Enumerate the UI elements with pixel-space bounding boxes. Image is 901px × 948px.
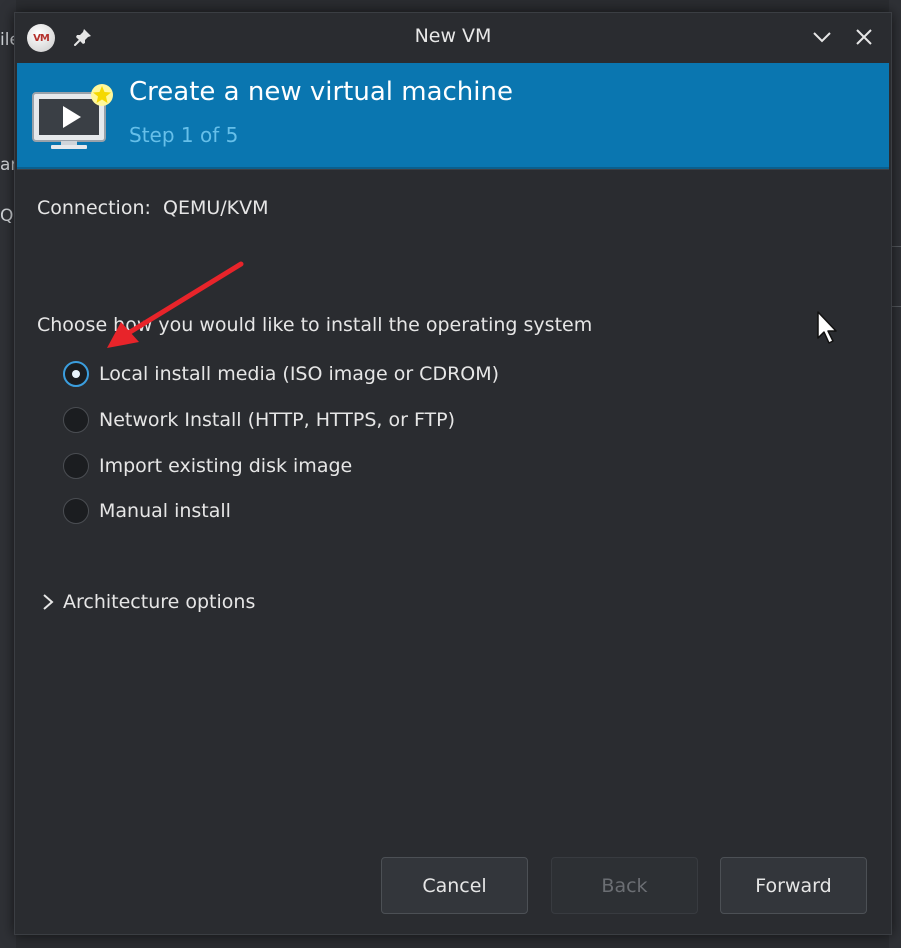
radio-manual-install[interactable]: Manual install bbox=[63, 496, 231, 526]
radio-label: Network Install (HTTP, HTTPS, or FTP) bbox=[99, 409, 456, 431]
chevron-down-icon[interactable] bbox=[810, 25, 834, 49]
window-title: New VM bbox=[414, 25, 492, 47]
forward-button[interactable]: Forward bbox=[720, 857, 867, 914]
new-vm-dialog: VM New VM Create a new virtual machine S… bbox=[14, 12, 892, 935]
virtual-machine-icon bbox=[32, 84, 113, 149]
radio-label: Import existing disk image bbox=[99, 455, 353, 477]
radio-button[interactable] bbox=[63, 498, 89, 524]
connection-row: Connection: QEMU/KVM bbox=[37, 197, 269, 219]
radio-button[interactable] bbox=[63, 407, 89, 433]
background-text-fragment: Q bbox=[0, 206, 14, 226]
chevron-right-icon bbox=[43, 594, 54, 610]
annotation-arrow bbox=[107, 261, 244, 348]
connection-label: Connection: bbox=[37, 197, 151, 219]
wizard-banner: Create a new virtual machine Step 1 of 5 bbox=[17, 63, 889, 169]
radio-label: Local install media (ISO image or CDROM) bbox=[99, 363, 500, 385]
radio-local-install-media[interactable]: Local install media (ISO image or CDROM) bbox=[63, 359, 499, 389]
connection-value: QEMU/KVM bbox=[163, 197, 269, 219]
banner-step-indicator: Step 1 of 5 bbox=[129, 123, 239, 147]
radio-network-install[interactable]: Network Install (HTTP, HTTPS, or FTP) bbox=[63, 405, 455, 435]
radio-button-checked[interactable] bbox=[63, 361, 89, 387]
cancel-button[interactable]: Cancel bbox=[381, 857, 528, 914]
expander-label: Architecture options bbox=[63, 591, 256, 613]
back-button[interactable]: Back bbox=[551, 857, 698, 914]
radio-label: Manual install bbox=[99, 500, 231, 522]
architecture-options-expander[interactable]: Architecture options bbox=[41, 587, 255, 617]
close-icon[interactable] bbox=[852, 25, 876, 49]
radio-button[interactable] bbox=[63, 453, 89, 479]
title-bar[interactable]: VM New VM bbox=[15, 13, 891, 61]
banner-separator bbox=[17, 169, 889, 170]
mouse-cursor-icon bbox=[817, 311, 837, 344]
banner-title: Create a new virtual machine bbox=[129, 77, 513, 107]
radio-import-existing-disk[interactable]: Import existing disk image bbox=[63, 451, 352, 481]
